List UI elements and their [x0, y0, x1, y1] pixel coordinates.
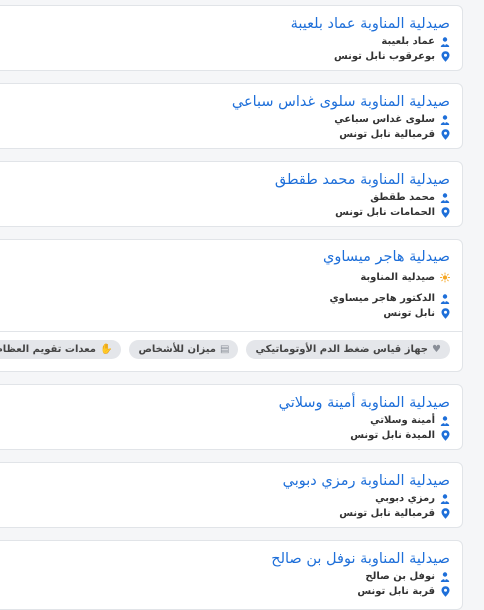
- pharmacist-name: أمينة وسلاتي: [370, 415, 435, 426]
- pharmacy-card[interactable]: صيدلية المناوبة محمد طقطق محمد طقطق الحم…: [0, 161, 463, 227]
- pharmacy-name-link[interactable]: صيدلية المناوبة محمد طقطق: [3, 170, 450, 190]
- pharmacy-card[interactable]: صيدلية هاجر ميساوي صيدلية المناوبة الدكت…: [0, 239, 463, 372]
- pharmacist-row: الدكتور هاجر ميساوي: [3, 291, 450, 306]
- pharmacy-card[interactable]: صيدلية المناوبة سلوى غداس سباعي سلوى غدا…: [0, 83, 463, 149]
- location-text: الميدة نابل تونس: [350, 430, 435, 441]
- pharmacist-row: محمد طقطق: [3, 190, 450, 205]
- pharmacist-row: رمزي دبوبي: [3, 491, 450, 506]
- pharmacy-name-link[interactable]: صيدلية المناوبة رمزي دبوبي: [3, 471, 450, 491]
- pharmacist-name: الدكتور هاجر ميساوي: [329, 293, 435, 304]
- pharmacist-name: رمزي دبوبي: [375, 493, 435, 504]
- location-text: نابل تونس: [383, 308, 435, 319]
- pharmacy-card[interactable]: صيدلية المناوبة أمينة وسلاتي أمينة وسلات…: [0, 384, 463, 450]
- pharmacy-card[interactable]: صيدلية المناوبة عماد بلعيبة عماد بلعيبة …: [0, 5, 463, 71]
- pharmacist-icon: [440, 293, 450, 304]
- service-tag[interactable]: ♥ جهاز قياس ضغط الدم الأوتوماتيكي: [246, 340, 450, 359]
- location-pin-icon: [440, 508, 450, 519]
- duty-status-text: صيدلية المناوبة: [360, 272, 435, 283]
- location-pin-icon: [440, 308, 450, 319]
- pharmacy-name-link[interactable]: صيدلية المناوبة أمينة وسلاتي: [3, 393, 450, 413]
- location-text: قرمبالية نابل تونس: [339, 129, 435, 140]
- orthopedic-icon: ✋: [100, 344, 113, 355]
- location-pin-icon: [440, 586, 450, 597]
- pharmacist-row: أمينة وسلاتي: [3, 413, 450, 428]
- pharmacist-icon: [440, 36, 450, 47]
- location-text: قربة نابل تونس: [357, 586, 435, 597]
- pharmacist-row: عماد بلعيبة: [3, 34, 450, 49]
- pharmacy-card[interactable]: صيدلية المناوبة رمزي دبوبي رمزي دبوبي قر…: [0, 462, 463, 528]
- pharmacist-name: سلوى غداس سباعي: [334, 114, 435, 125]
- pharmacist-row: نوفل بن صالح: [3, 569, 450, 584]
- service-tag[interactable]: ▤ ميزان للأشخاص: [129, 340, 239, 359]
- pharmacy-name-link[interactable]: صيدلية المناوبة عماد بلعيبة: [3, 14, 450, 34]
- location-row: الميدة نابل تونس: [3, 428, 450, 443]
- service-tags: ♥ جهاز قياس ضغط الدم الأوتوماتيكي ▤ ميزا…: [0, 332, 462, 367]
- pharmacy-list: صيدلية المناوبة عماد بلعيبة عماد بلعيبة …: [0, 0, 484, 610]
- location-row: بوعرقوب نابل تونس: [3, 49, 450, 64]
- pharmacy-name-link[interactable]: صيدلية هاجر ميساوي: [3, 247, 450, 267]
- pharmacist-row: سلوى غداس سباعي: [3, 112, 450, 127]
- pharmacist-icon: [440, 493, 450, 504]
- location-text: بوعرقوب نابل تونس: [333, 51, 435, 62]
- location-pin-icon: [440, 51, 450, 62]
- pharmacist-icon: [440, 415, 450, 426]
- sun-icon: [440, 272, 450, 283]
- location-text: قرمبالية نابل تونس: [339, 508, 435, 519]
- location-text: الحمامات نابل تونس: [335, 207, 435, 218]
- location-row: الحمامات نابل تونس: [3, 205, 450, 220]
- pharmacy-name-link[interactable]: صيدلية المناوبة نوفل بن صالح: [3, 549, 450, 569]
- location-pin-icon: [440, 129, 450, 140]
- pharmacist-name: نوفل بن صالح: [365, 571, 435, 582]
- pharmacist-icon: [440, 114, 450, 125]
- location-row: قرمبالية نابل تونس: [3, 127, 450, 142]
- location-pin-icon: [440, 430, 450, 441]
- pharmacist-icon: [440, 571, 450, 582]
- location-row: قربة نابل تونس: [3, 584, 450, 599]
- duty-status-row: صيدلية المناوبة: [3, 270, 450, 285]
- service-tag[interactable]: ✋ معدات تقويم العظام: [0, 340, 122, 359]
- pharmacy-name-link[interactable]: صيدلية المناوبة سلوى غداس سباعي: [3, 92, 450, 112]
- blood-pressure-monitor-icon: ♥: [432, 344, 441, 355]
- scale-icon: ▤: [220, 344, 230, 355]
- location-pin-icon: [440, 207, 450, 218]
- location-row: قرمبالية نابل تونس: [3, 506, 450, 521]
- pharmacist-name: محمد طقطق: [370, 192, 435, 203]
- location-row: نابل تونس: [3, 306, 450, 321]
- pharmacist-icon: [440, 192, 450, 203]
- pharmacist-name: عماد بلعيبة: [381, 36, 435, 47]
